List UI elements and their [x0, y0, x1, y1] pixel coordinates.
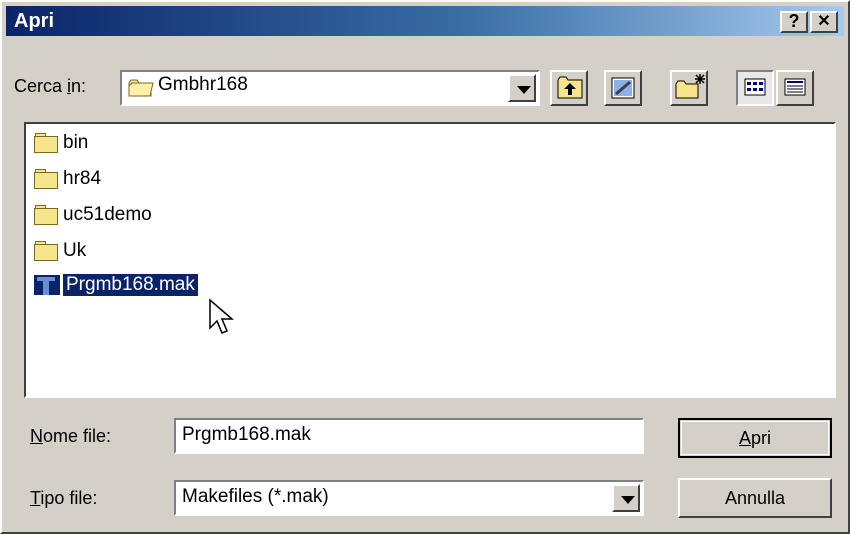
up-folder-button[interactable] [550, 70, 588, 106]
lookin-label: Cerca in: [14, 76, 87, 96]
details-view-button[interactable] [776, 70, 814, 106]
filetype-select[interactable]: Makefiles (*.mak) [174, 480, 644, 516]
filetype-value: Makefiles (*.mak) [182, 486, 329, 507]
filetype-label: Tipo file: [30, 488, 98, 508]
list-item-selected[interactable]: Prgmb168.mak [34, 272, 199, 298]
chevron-down-icon[interactable] [612, 484, 640, 512]
lookin-combo[interactable]: Gmbhr168 [120, 70, 540, 106]
folder-icon [128, 78, 154, 98]
new-folder-button[interactable] [670, 70, 708, 106]
help-button[interactable]: ? [780, 11, 808, 33]
open-button[interactable]: Apri [678, 418, 832, 458]
makefile-icon [34, 275, 60, 295]
filename-field[interactable]: Prgmb168.mak [174, 418, 644, 454]
list-item[interactable]: bin [34, 130, 88, 156]
mouse-cursor-icon [208, 298, 238, 343]
title-bar[interactable]: Apri ? ✕ [6, 6, 844, 36]
lookin-value: Gmbhr168 [158, 74, 248, 95]
list-item[interactable]: Uk [34, 238, 86, 264]
window-title: Apri [14, 10, 54, 32]
list-item[interactable]: hr84 [34, 166, 101, 192]
folder-icon [34, 169, 60, 189]
close-button[interactable]: ✕ [810, 11, 838, 33]
list-item[interactable]: uc51demo [34, 202, 152, 228]
list-view-button[interactable] [736, 70, 774, 106]
cancel-button[interactable]: Annulla [678, 478, 832, 518]
folder-icon [34, 241, 60, 261]
open-dialog: Apri ? ✕ Cerca in: Gmbhr168 bin hr84 uc5… [0, 0, 850, 534]
folder-icon [34, 133, 60, 153]
filename-label: Nome file: [30, 426, 112, 446]
file-list[interactable]: bin hr84 uc51demo Uk Prgmb168.mak [24, 122, 836, 398]
filename-value: Prgmb168.mak [182, 424, 311, 445]
desktop-button[interactable] [604, 70, 642, 106]
chevron-down-icon[interactable] [508, 74, 536, 102]
folder-icon [34, 205, 60, 225]
